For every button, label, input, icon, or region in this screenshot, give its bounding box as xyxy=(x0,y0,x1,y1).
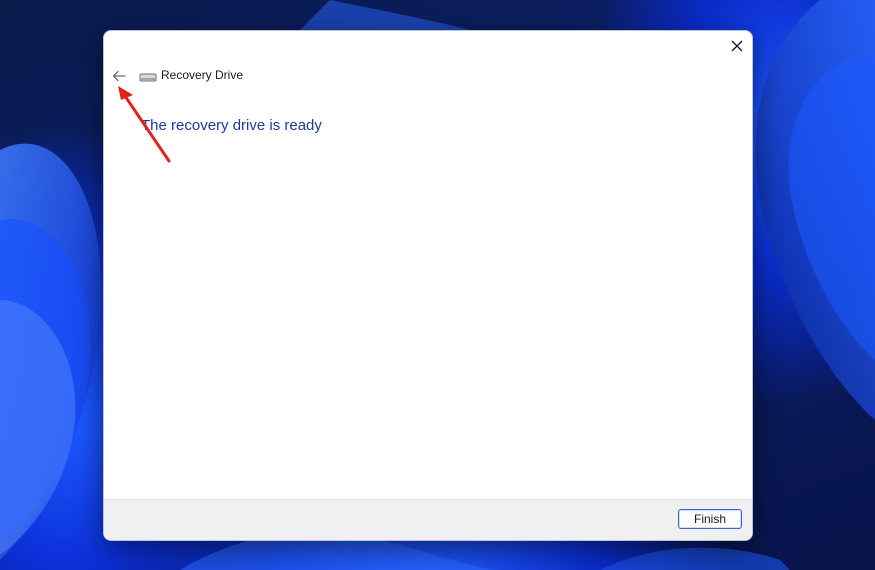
window-title: Recovery Drive xyxy=(161,68,244,82)
dialog-footer: Finish xyxy=(104,499,752,540)
back-button[interactable] xyxy=(108,66,130,86)
close-icon xyxy=(731,40,743,52)
recovery-drive-dialog: Recovery Drive The recovery drive is rea… xyxy=(103,30,753,541)
back-arrow-icon xyxy=(112,70,126,82)
close-button[interactable] xyxy=(722,31,752,61)
finish-button[interactable]: Finish xyxy=(678,509,742,529)
page-heading: The recovery drive is ready xyxy=(141,117,322,134)
drive-icon xyxy=(139,73,157,82)
